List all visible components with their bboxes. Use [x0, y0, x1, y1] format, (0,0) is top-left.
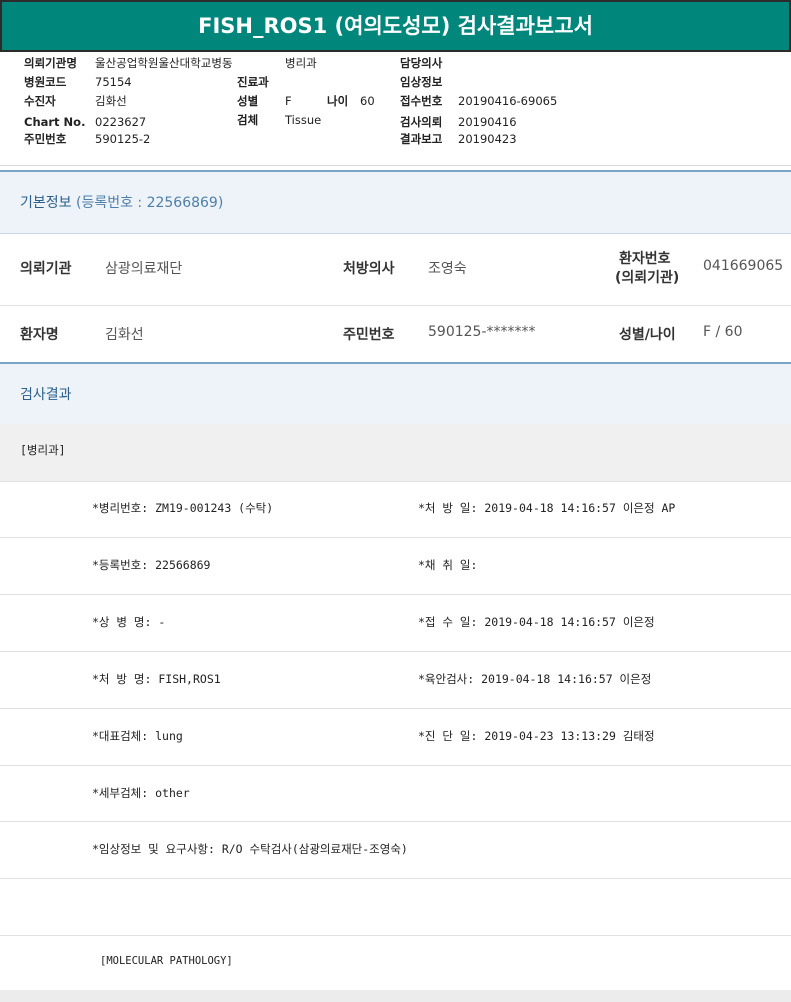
footer-band: [0, 990, 791, 1002]
rrn-value: 590125-*******: [428, 324, 536, 340]
divider: [0, 537, 791, 538]
basic-info-title: 기본정보 (등록번호 : 22566869): [20, 195, 224, 211]
result-left-1: *병리번호: ZM19-001243 (수탁): [92, 501, 274, 515]
patient-number-sublabel: (의뢰기관): [615, 270, 680, 286]
clinical-info-request: *임상정보 및 요구사항: R/O 수탁검사(삼광의료재단-조영숙): [92, 842, 408, 856]
divider: [0, 165, 791, 166]
patient-number-label: 환자번호: [619, 251, 671, 267]
header-label-report: 결과보고: [400, 132, 443, 146]
header-label-sex: 성별: [237, 94, 259, 108]
divider: [0, 935, 791, 936]
header-label-clinic: 진료과: [237, 75, 269, 89]
header-value-specimen: Tissue: [285, 113, 322, 127]
sex-age-label: 성별/나이: [619, 327, 676, 343]
header-value-sex: F: [285, 94, 292, 108]
header-label-attending: 담당의사: [400, 56, 443, 70]
header-value-age: 60: [360, 94, 375, 108]
header-label-age: 나이: [327, 94, 349, 108]
header-value-patient: 김화선: [95, 94, 127, 108]
patient-name-label: 환자명: [20, 327, 59, 343]
divider: [0, 878, 791, 879]
header-value-rrn: 590125-2: [95, 132, 151, 146]
divider: [0, 651, 791, 652]
header-value-hospital-code: 75154: [95, 75, 132, 89]
result-right-4: *육안검사: 2019-04-18 14:16:57 이은정: [418, 672, 652, 686]
sex-age-value: F / 60: [703, 324, 743, 340]
divider: [0, 305, 791, 306]
divider: [0, 708, 791, 709]
result-right-1: *처 방 일: 2019-04-18 14:16:57 이은정 AP: [418, 501, 676, 515]
department-label: [병리과]: [20, 443, 66, 457]
rrn-label: 주민번호: [343, 327, 395, 343]
result-left-3: *상 병 명: -: [92, 615, 166, 629]
divider: [0, 594, 791, 595]
result-left-4: *처 방 명: FISH,ROS1: [92, 672, 221, 686]
patient-name-value: 김화선: [105, 327, 144, 343]
header-label-patient: 수진자: [24, 94, 56, 108]
requesting-institution-value: 삼광의료재단: [105, 261, 183, 277]
header-value-report: 20190423: [458, 132, 517, 146]
header-value-institution: 울산공업학원울산대학교병동: [95, 56, 233, 70]
header-label-clinical-info: 임상정보: [400, 75, 443, 89]
results-header: [0, 362, 791, 426]
result-left-5: *대표검체: lung: [92, 729, 183, 743]
header-value-accession: 20190416-69065: [458, 94, 558, 108]
molecular-pathology-heading: [MOLECULAR PATHOLOGY]: [100, 955, 233, 967]
prescribing-doctor-label: 처방의사: [343, 261, 395, 277]
result-right-2: *채 취 일:: [418, 558, 478, 572]
department-band: [0, 424, 791, 481]
requesting-institution-label: 의뢰기관: [20, 261, 72, 277]
result-left-2: *등록번호: 22566869: [92, 558, 211, 572]
header-label-institution: 의뢰기관명: [24, 56, 77, 70]
divider: [0, 481, 791, 482]
header-label-specimen: 검체: [237, 113, 259, 127]
report-title: FISH_ROS1 (여의도성모) 검사결과보고서: [0, 0, 791, 52]
header-label-rrn: 주민번호: [24, 132, 67, 146]
divider: [0, 821, 791, 822]
prescribing-doctor-value: 조영숙: [428, 261, 467, 277]
result-right-5: *진 단 일: 2019-04-23 13:13:29 김태정: [418, 729, 655, 743]
results-title: 검사결과: [20, 387, 72, 403]
result-left-6: *세부검체: other: [92, 786, 190, 800]
patient-number-value: 041669065: [703, 258, 784, 274]
result-right-3: *접 수 일: 2019-04-18 14:16:57 이은정: [418, 615, 655, 629]
header-value-department: 병리과: [285, 56, 317, 70]
header-label-hospital-code: 병원코드: [24, 75, 67, 89]
divider: [0, 765, 791, 766]
header-label-accession: 접수번호: [400, 94, 443, 108]
